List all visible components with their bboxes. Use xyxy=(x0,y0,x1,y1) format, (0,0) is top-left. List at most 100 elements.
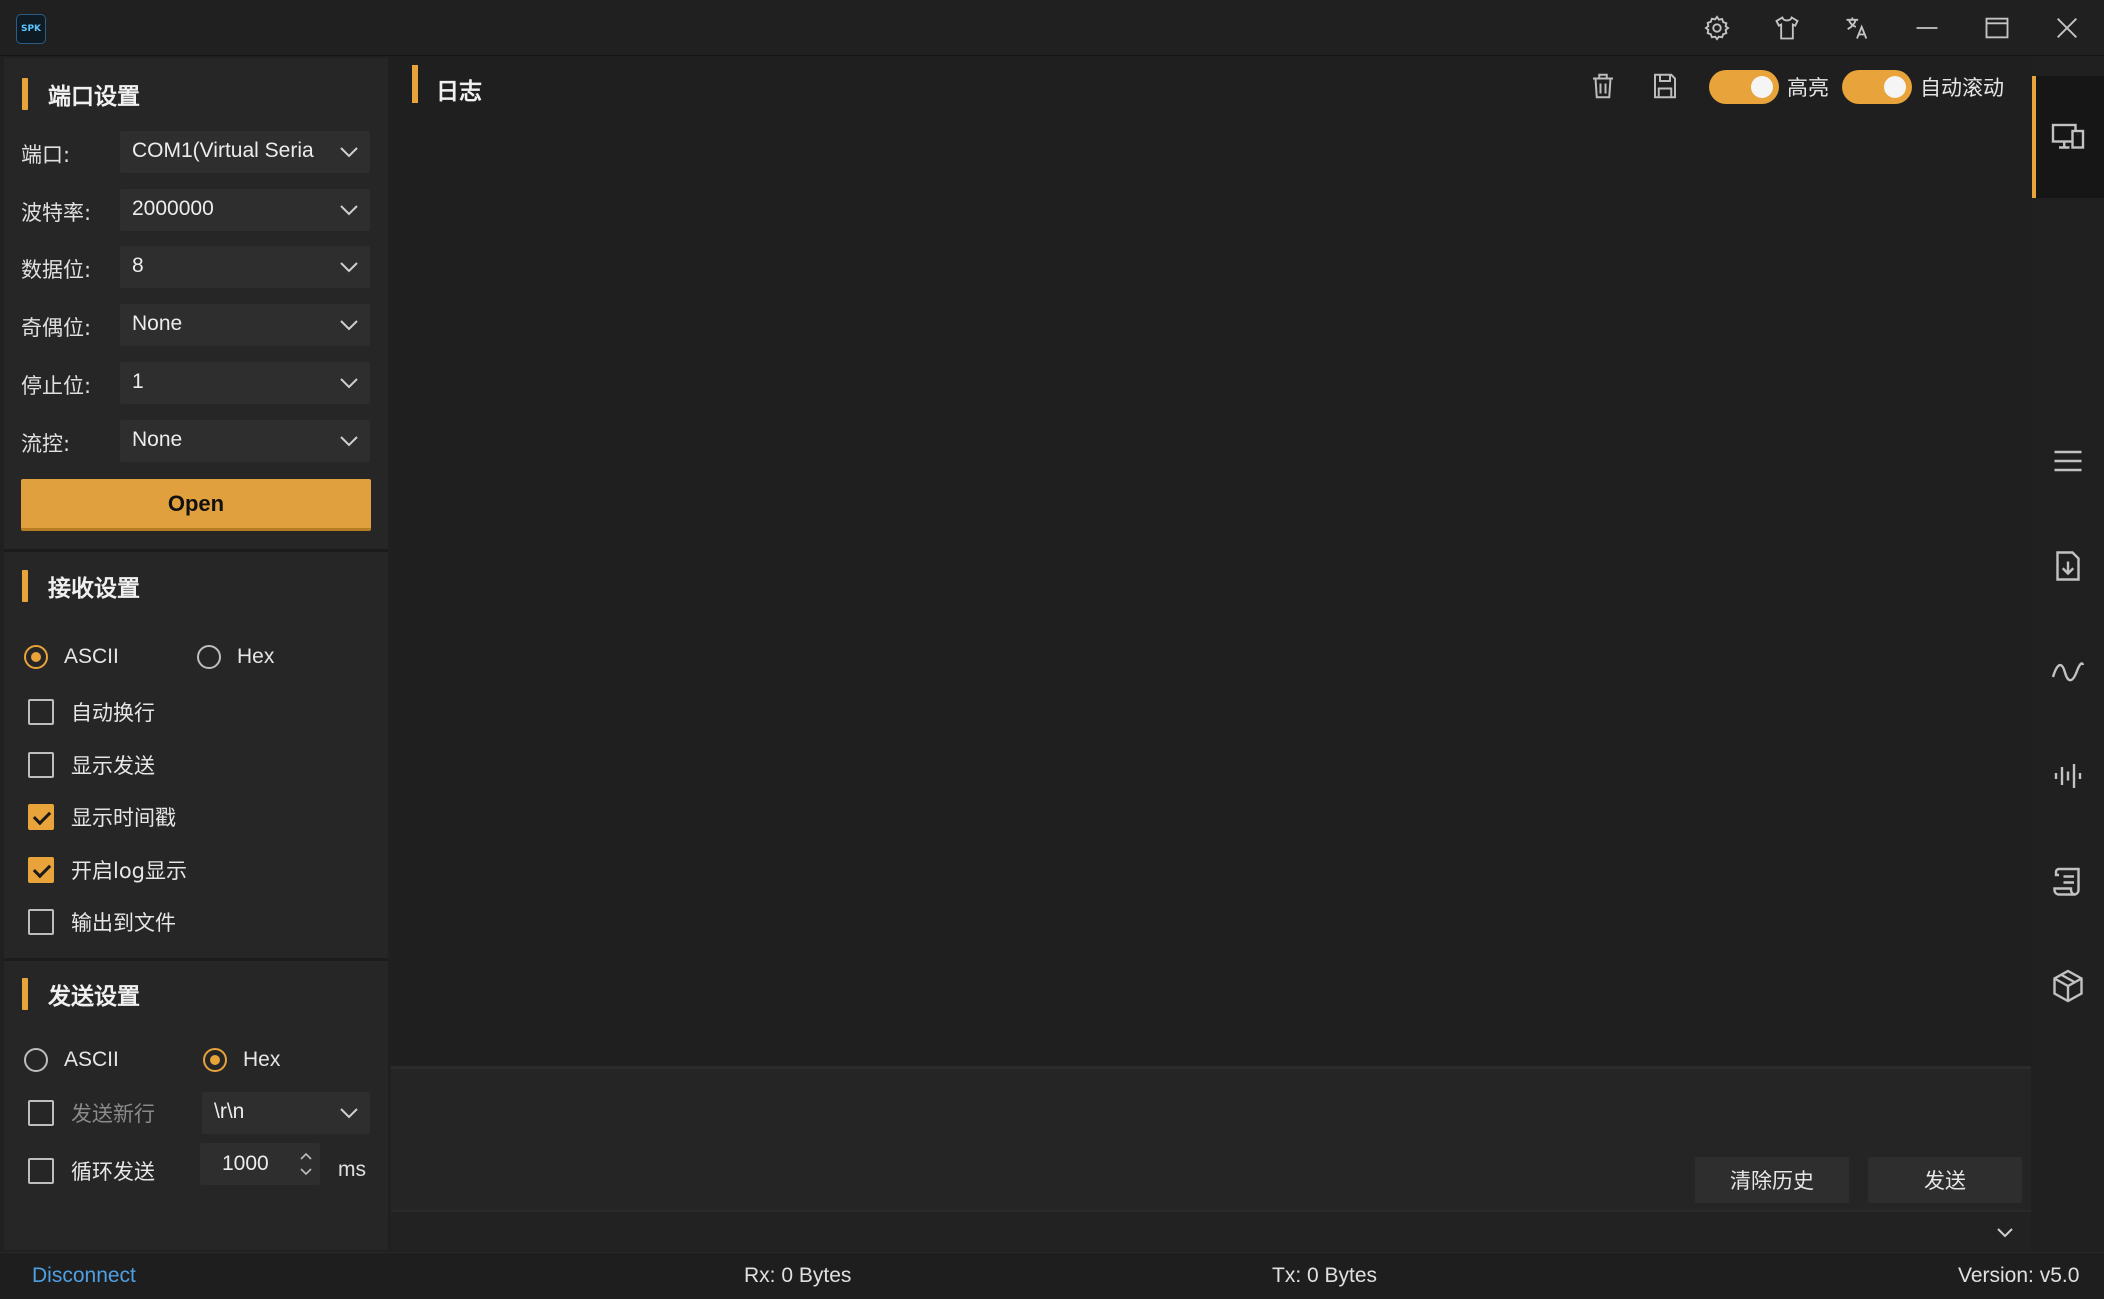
send-area: 清除历史 发送 xyxy=(391,1066,2031,1210)
section-divider xyxy=(4,958,388,961)
sidebar-active-indicator xyxy=(2032,76,2036,198)
send-newline-checkbox[interactable]: 发送新行 xyxy=(28,1097,155,1129)
rx-bytes: Rx: 0 Bytes xyxy=(744,1264,852,1287)
checkbox-box xyxy=(28,804,54,830)
checkbox-box xyxy=(28,752,54,778)
stop-bits-value: 1 xyxy=(132,370,144,393)
newline-value: \r\n xyxy=(214,1100,245,1123)
chevron-down-icon xyxy=(338,432,360,450)
port-settings-header: 端口设置 xyxy=(22,77,140,111)
data-bits-select[interactable]: 8 xyxy=(120,246,370,288)
clear-history-button[interactable]: 清除历史 xyxy=(1695,1157,1849,1203)
section-accent-bar xyxy=(22,570,28,602)
port-settings-title: 端口设置 xyxy=(48,84,140,110)
baud-rate-value: 2000000 xyxy=(132,197,214,220)
output-to-file-checkbox[interactable]: 输出到文件 xyxy=(28,906,176,938)
script-scroll-icon[interactable] xyxy=(2048,861,2088,901)
serial-port-devices-icon[interactable] xyxy=(2048,117,2088,157)
log-title: 日志 xyxy=(436,79,482,105)
radio-indicator xyxy=(203,1048,227,1072)
data-bits-label: 数据位: xyxy=(21,258,92,282)
section-divider xyxy=(4,549,388,552)
stepper-arrows-icon[interactable] xyxy=(298,1147,314,1181)
audio-bars-icon[interactable] xyxy=(2048,756,2088,796)
open-port-button[interactable]: Open xyxy=(21,479,371,531)
chevron-down-icon[interactable] xyxy=(1993,1220,2017,1244)
waveform-icon[interactable] xyxy=(2048,651,2088,691)
maximize-icon[interactable] xyxy=(1978,10,2016,46)
radio-indicator xyxy=(24,645,48,669)
baud-rate-select[interactable]: 2000000 xyxy=(120,189,370,231)
parity-label: 奇偶位: xyxy=(21,316,92,340)
log-panel: 日志 高亮 自动滚动 xyxy=(391,58,2031,1066)
receive-settings-title: 接收设置 xyxy=(48,576,140,602)
receive-hex-radio[interactable]: Hex xyxy=(197,641,274,673)
show-timestamp-checkbox[interactable]: 显示时间戳 xyxy=(28,801,176,833)
auto-wrap-label: 自动换行 xyxy=(71,701,155,725)
toggle-track xyxy=(1709,70,1779,104)
log-output-area[interactable] xyxy=(391,120,2031,1060)
settings-gear-icon[interactable] xyxy=(1698,10,1736,46)
version-label: Version: v5.0 xyxy=(1958,1264,2080,1287)
highlight-toggle[interactable]: 高亮 xyxy=(1709,70,1829,104)
enable-log-label: 开启log显示 xyxy=(71,859,188,883)
trash-icon[interactable] xyxy=(1585,68,1621,104)
save-icon[interactable] xyxy=(1647,68,1683,104)
section-accent-bar xyxy=(22,78,28,110)
chevron-down-icon xyxy=(338,374,360,392)
file-download-icon[interactable] xyxy=(2048,546,2088,586)
loop-send-label: 循环发送 xyxy=(71,1160,155,1184)
stop-bits-label: 停止位: xyxy=(21,374,92,398)
section-accent-bar xyxy=(412,65,418,103)
port-select[interactable]: COM1(Virtual Seria xyxy=(120,131,370,173)
send-settings-title: 发送设置 xyxy=(48,984,140,1010)
send-hex-radio[interactable]: Hex xyxy=(203,1044,280,1076)
newline-select[interactable]: \r\n xyxy=(202,1092,370,1134)
send-ascii-radio[interactable]: ASCII xyxy=(24,1044,119,1076)
package-box-icon[interactable] xyxy=(2048,966,2088,1006)
chevron-down-icon xyxy=(338,201,360,219)
output-to-file-label: 输出到文件 xyxy=(71,911,176,935)
flow-control-select[interactable]: None xyxy=(120,420,370,462)
autoscroll-toggle[interactable]: 自动滚动 xyxy=(1842,70,2004,104)
chevron-down-icon xyxy=(338,1104,360,1122)
highlight-label: 高亮 xyxy=(1787,76,1829,100)
show-timestamp-label: 显示时间戳 xyxy=(71,806,176,830)
receive-hex-label: Hex xyxy=(237,645,275,668)
minimize-icon[interactable] xyxy=(1908,10,1946,46)
receive-ascii-radio[interactable]: ASCII xyxy=(24,641,119,673)
enable-log-checkbox[interactable]: 开启log显示 xyxy=(28,854,187,886)
translate-icon[interactable] xyxy=(1838,10,1876,46)
radio-indicator xyxy=(24,1048,48,1072)
chevron-down-icon xyxy=(338,143,360,161)
loop-interval-input[interactable]: 1000 xyxy=(200,1143,320,1185)
loop-send-checkbox[interactable]: 循环发送 xyxy=(28,1155,155,1187)
parity-select[interactable]: None xyxy=(120,304,370,346)
section-accent-bar xyxy=(22,978,28,1010)
show-sent-checkbox[interactable]: 显示发送 xyxy=(28,749,155,781)
title-bar: SPK xyxy=(0,0,2104,56)
toggle-knob xyxy=(1751,76,1773,98)
status-bar: Disconnect Rx: 0 Bytes Tx: 0 Bytes Versi… xyxy=(0,1252,2104,1299)
checkbox-box xyxy=(28,699,54,725)
chevron-down-icon xyxy=(338,258,360,276)
history-bar[interactable] xyxy=(391,1210,2031,1252)
send-button[interactable]: 发送 xyxy=(1868,1157,2022,1203)
close-icon[interactable] xyxy=(2048,10,2086,46)
auto-wrap-checkbox[interactable]: 自动换行 xyxy=(28,696,155,728)
connection-status-link[interactable]: Disconnect xyxy=(32,1264,136,1288)
baud-rate-label: 波特率: xyxy=(21,201,92,225)
theme-shirt-icon[interactable] xyxy=(1768,10,1806,46)
send-ascii-label: ASCII xyxy=(64,1048,119,1071)
stop-bits-select[interactable]: 1 xyxy=(120,362,370,404)
menu-icon[interactable] xyxy=(2048,441,2088,481)
data-bits-value: 8 xyxy=(132,254,144,277)
port-select-value: COM1(Virtual Seria xyxy=(132,139,314,162)
chevron-down-icon xyxy=(338,316,360,334)
checkbox-box xyxy=(28,1158,54,1184)
checkbox-box xyxy=(28,857,54,883)
send-settings-header: 发送设置 xyxy=(22,977,140,1011)
radio-indicator xyxy=(197,645,221,669)
send-hex-label: Hex xyxy=(243,1048,281,1071)
loop-interval-unit: ms xyxy=(338,1158,366,1181)
